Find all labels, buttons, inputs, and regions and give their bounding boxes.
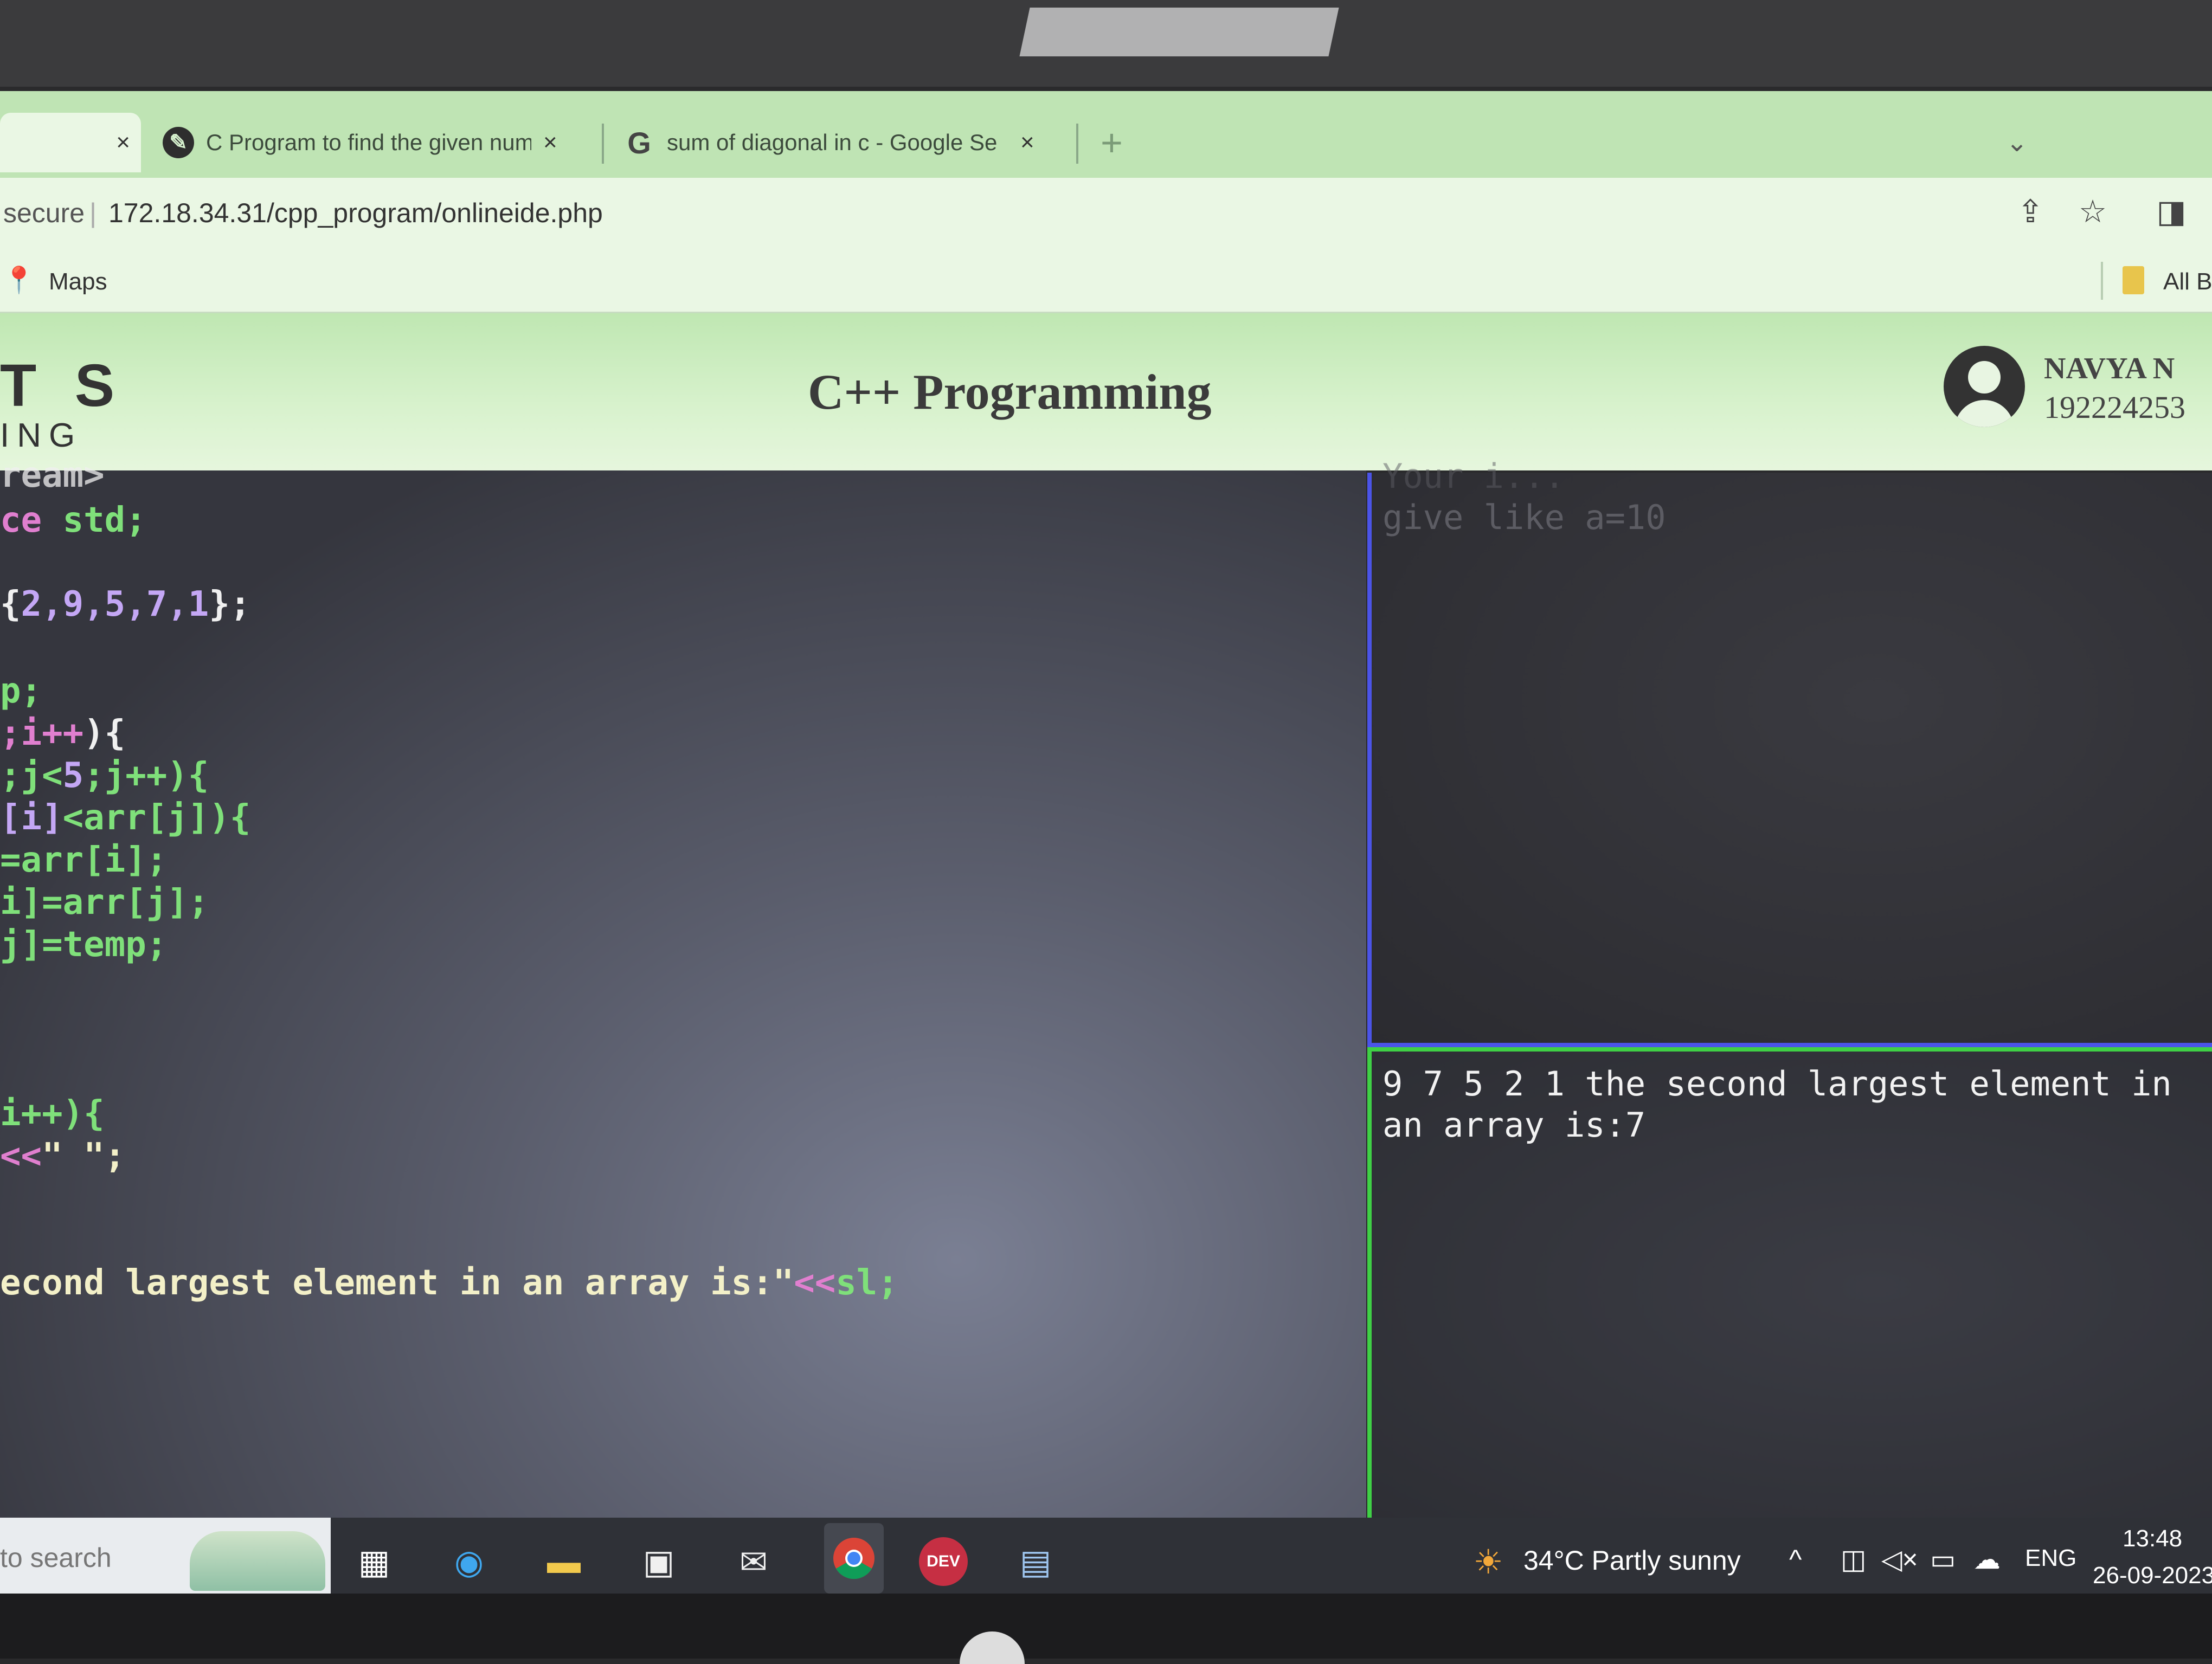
code-line: ream>: [0, 455, 105, 495]
code-line: [i]<arr[j]){: [0, 798, 251, 838]
url-input[interactable]: 172.18.34.31/cpp_program/onlineide.php: [108, 197, 603, 229]
page-title: C++ Programming: [808, 364, 1212, 420]
tab-c-program[interactable]: ✎ C Program to find the given num ×: [163, 113, 591, 172]
code-line: p;: [0, 671, 42, 711]
code-line: j]=temp;: [0, 925, 168, 965]
security-label[interactable]: secure: [3, 197, 85, 229]
share-icon[interactable]: ⇪: [2009, 190, 2052, 233]
code-site-icon: ✎: [163, 127, 194, 158]
language-indicator[interactable]: ENG: [2025, 1545, 2076, 1572]
search-highlight-art: [190, 1531, 325, 1591]
input-placeholder: give like a=10: [1382, 498, 1666, 537]
code-line: i++){: [0, 1094, 105, 1134]
code-line: ce std;: [0, 500, 146, 540]
monitor-bezel-bottom: [0, 1594, 2212, 1659]
tab-active[interactable]: ×: [0, 113, 141, 172]
weather-icon[interactable]: ☀: [1464, 1537, 1513, 1586]
app-icon[interactable]: ▤: [1011, 1537, 1060, 1586]
close-icon[interactable]: ×: [116, 129, 130, 156]
chrome-logo: [833, 1538, 874, 1579]
avatar-body: [1954, 400, 2014, 427]
brand-logo-bottom: ING: [0, 417, 83, 454]
browser-tab-bar: × ✎ C Program to find the given num × G …: [0, 91, 2212, 178]
tab-title: C Program to find the given num: [206, 130, 531, 155]
task-view-icon[interactable]: ▦: [350, 1537, 398, 1586]
maps-icon: 📍: [3, 266, 35, 295]
weather-text[interactable]: 34°C Partly sunny: [1523, 1545, 1741, 1576]
store-icon[interactable]: ▣: [634, 1537, 683, 1586]
brand-logo-top: T S: [0, 352, 126, 419]
mail-icon[interactable]: ✉: [729, 1537, 778, 1586]
bookmark-maps[interactable]: Maps: [49, 268, 107, 295]
windows-taskbar: to search ▦ ◉ ▬ ▣ ✉ DEV ▤ ☀ 34°C Partly …: [0, 1518, 2212, 1599]
meet-icon[interactable]: ◫: [1841, 1544, 1866, 1575]
code-line: ;i++){: [0, 713, 126, 753]
close-icon[interactable]: ×: [543, 129, 557, 156]
tab-title: sum of diagonal in c - Google Se: [667, 130, 998, 155]
program-output: 9 7 5 2 1 the second largest element in …: [1382, 1064, 2172, 1145]
user-name: NAVYA N: [2044, 352, 2175, 385]
all-bookmarks-button[interactable]: All B: [2163, 268, 2212, 295]
tab-separator: [1076, 124, 1078, 164]
folder-icon: [2123, 266, 2144, 294]
code-line: econd largest element in an array is:"<<…: [0, 1263, 898, 1303]
code-line: i]=arr[j];: [0, 882, 209, 923]
search-placeholder: to search: [0, 1543, 112, 1573]
chevron-up-icon[interactable]: ^: [1789, 1544, 1802, 1575]
onedrive-icon[interactable]: ☁: [1973, 1544, 2001, 1575]
bookmark-divider: [2101, 262, 2103, 300]
file-explorer-icon[interactable]: ▬: [539, 1537, 588, 1586]
tab-separator: [602, 124, 604, 164]
output-console: 9 7 5 2 1 the second largest element in …: [1367, 1047, 2212, 1523]
chrome-icon[interactable]: [824, 1523, 884, 1594]
chevron-down-icon[interactable]: ⌄: [2006, 113, 2049, 172]
avatar[interactable]: [1944, 346, 2025, 427]
avatar-head: [1968, 361, 2001, 394]
stdin-input-area[interactable]: Your i... give like a=10: [1367, 456, 2212, 1047]
site-header: T S ING C++ Programming NAVYA N 19222425…: [0, 313, 2212, 470]
monitor-sticker: [1019, 8, 1339, 56]
code-line: <<" ";: [0, 1136, 126, 1176]
google-icon: G: [627, 125, 651, 160]
devcpp-icon[interactable]: DEV: [919, 1537, 968, 1586]
code-line: {2,9,5,7,1};: [0, 584, 251, 624]
url-divider: |: [89, 198, 97, 228]
mute-icon[interactable]: ◁×: [1881, 1544, 1918, 1575]
input-placeholder: Your i...: [1382, 456, 1565, 496]
user-id: 192224253: [2044, 390, 2185, 425]
code-line: ;j<5;j++){: [0, 756, 209, 796]
side-panel-icon[interactable]: ◨: [2150, 190, 2193, 233]
bookmarks-bar: 📍 Maps All B: [0, 251, 2212, 313]
network-icon[interactable]: ▭: [1930, 1544, 1956, 1575]
taskbar-search[interactable]: to search: [0, 1518, 331, 1599]
clock-time[interactable]: 13:48: [2123, 1525, 2182, 1552]
clock-date[interactable]: 26-09-2023: [2093, 1562, 2212, 1589]
code-line: =arr[i];: [0, 840, 168, 880]
tab-google-search[interactable]: G sum of diagonal in c - Google Se ×: [623, 113, 1068, 172]
new-tab-button[interactable]: +: [1101, 113, 1144, 172]
edge-icon[interactable]: ◉: [445, 1537, 493, 1586]
close-icon[interactable]: ×: [1020, 129, 1034, 156]
code-editor[interactable]: ream> ce std; {2,9,5,7,1}; p; ;i++){ ;j<…: [0, 455, 1366, 1523]
address-bar: secure | 172.18.34.31/cpp_program/online…: [0, 178, 2212, 251]
star-icon[interactable]: ☆: [2071, 190, 2114, 233]
